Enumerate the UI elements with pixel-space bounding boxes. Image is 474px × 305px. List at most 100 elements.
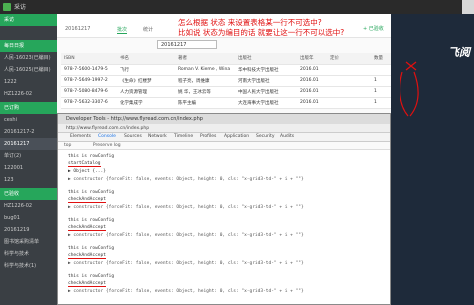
- tab-audits[interactable]: Audits: [280, 134, 294, 139]
- cell-publisher: 中国人民大学出版社: [235, 86, 297, 98]
- col-price[interactable]: 定价: [327, 53, 371, 65]
- sidebar-item[interactable]: HZ1226-02: [0, 88, 57, 100]
- devtools-url: http://www.flyread.com.cn/index.php: [58, 124, 390, 133]
- console-object[interactable]: ▶ constructor {forceFit: false, events: …: [68, 177, 304, 182]
- sidebar-item-active[interactable]: 20161217: [0, 138, 57, 150]
- sidebar-item[interactable]: 1222: [0, 76, 57, 88]
- tab-sources[interactable]: Sources: [124, 134, 142, 139]
- console-object[interactable]: ▶ constructor {forceFit: false, events: …: [68, 289, 304, 294]
- table-row[interactable]: 978-7-5600-1479-5 飞行 Roman V. Kieme , Wi…: [61, 64, 437, 76]
- sidebar-item[interactable]: 20161219: [0, 224, 57, 236]
- cell-year: 2016.01: [297, 97, 327, 109]
- tab-profiles[interactable]: Profiles: [200, 134, 216, 139]
- cross-mark-icon: [405, 61, 417, 71]
- tab-console[interactable]: Console: [98, 134, 116, 139]
- sidebar-section-ordered[interactable]: 已订购: [0, 102, 57, 114]
- console-value: startCatalog: [68, 161, 101, 167]
- cell-price: [327, 97, 371, 109]
- cell-title: 飞行: [117, 64, 175, 76]
- window-title: 采访: [14, 4, 27, 11]
- title-bar: 采访: [0, 0, 462, 14]
- cell-publisher: 河南大学出版社: [235, 75, 297, 87]
- batch-date-field[interactable]: 20161217: [157, 40, 217, 49]
- tab-batch-id[interactable]: 20161217: [65, 26, 90, 32]
- console-value: checkAndAccept: [68, 225, 106, 231]
- preserve-log-checkbox[interactable]: Preserve log: [93, 143, 121, 148]
- tab-timeline[interactable]: Timeline: [174, 134, 193, 139]
- devtools-tabbar: Elements Console Sources Network Timelin…: [58, 133, 390, 142]
- annotation-marks: [400, 61, 419, 117]
- cell-author: 姚 华，王冰云等: [175, 86, 235, 98]
- col-isbn[interactable]: ISBN: [61, 53, 117, 65]
- context-select[interactable]: top: [64, 143, 71, 148]
- cell-year: 2016.01: [297, 75, 327, 87]
- devtools-title: Developer Tools - http://www.flyread.com…: [58, 114, 390, 124]
- cell-isbn: 978-7-5600-1479-5: [61, 64, 117, 76]
- sidebar-item[interactable]: ceshi: [0, 114, 57, 126]
- cell-publisher: 大连海事大学出版社: [235, 97, 297, 109]
- console-line: this is rowConfig: [68, 218, 115, 223]
- accepted-button[interactable]: + 已验收: [363, 25, 384, 32]
- console-line: this is rowConfig: [68, 190, 115, 195]
- sidebar-item[interactable]: 图书馆采购清单: [0, 236, 57, 248]
- cell-author: 陈平主编: [175, 97, 235, 109]
- sidebar-item[interactable]: bug01: [0, 212, 57, 224]
- sidebar-section-accepted[interactable]: 已验收: [0, 188, 57, 200]
- sidebar-item[interactable]: 人民-16025(已编目): [0, 64, 57, 76]
- circle-mark-icon: [400, 71, 419, 117]
- console-line: this is rowConfig: [68, 274, 115, 279]
- sidebar-item[interactable]: HZ1226-02: [0, 200, 57, 212]
- col-title[interactable]: 书名: [117, 53, 175, 65]
- cell-isbn: 978-7-5649-1997-2: [61, 75, 117, 87]
- table-row[interactable]: 978-7-5649-1997-2 《生命》红楼梦 程子亮，周维康 河南大学出版…: [61, 75, 437, 87]
- cell-year: 2016.01: [297, 64, 327, 76]
- console-filter-bar: top Preserve log: [58, 142, 390, 150]
- console-value: checkAndAccept: [68, 197, 106, 203]
- table-row[interactable]: 978-7-5632-3307-6 化学集成学 陈平主编 大连海事大学出版社 2…: [61, 97, 437, 109]
- table-row[interactable]: 978-7-5080-8479-6 人力资源管理 姚 华，王冰云等 中国人民大学…: [61, 86, 437, 98]
- tab-network[interactable]: Network: [148, 134, 167, 139]
- sidebar-section-daily[interactable]: 每日日报: [0, 40, 57, 52]
- cell-author: 程子亮，周维康: [175, 75, 235, 87]
- cell-price: [327, 75, 371, 87]
- console-object[interactable]: ▶ constructor {forceFit: false, events: …: [68, 233, 304, 238]
- console-object[interactable]: ▶ constructor {forceFit: false, events: …: [68, 205, 304, 210]
- tab-batch[interactable]: 批次: [117, 26, 128, 34]
- cell-price: [327, 64, 371, 76]
- sidebar-item[interactable]: 20161217-2: [0, 126, 57, 138]
- cell-publisher: 华中科技大学出版社: [235, 64, 297, 76]
- cell-title: 人力资源管理: [117, 86, 175, 98]
- cell-price: [327, 86, 371, 98]
- console-line: this is rowConfig: [68, 154, 115, 159]
- sidebar-item[interactable]: 122001: [0, 162, 57, 174]
- sidebar: 采访 每日日报 人民-16023(已编目) 人民-16025(已编目) 1222…: [0, 14, 57, 305]
- cell-year: 2016.01: [297, 86, 327, 98]
- sidebar-item[interactable]: 科学与技术: [0, 248, 57, 260]
- col-publisher[interactable]: 出版社: [235, 53, 297, 65]
- annotation-question-2: 比如说 状态为编目的话 就要让这一行不可以选中?: [178, 28, 345, 37]
- tab-security[interactable]: Security: [256, 134, 274, 139]
- col-author[interactable]: 著者: [175, 53, 235, 65]
- console-line: this is rowConfig: [68, 246, 115, 251]
- sidebar-item[interactable]: 人民-16023(已编目): [0, 52, 57, 64]
- sidebar-item[interactable]: 科学与技术(1): [0, 260, 57, 272]
- cell-isbn: 978-7-5632-3307-6: [61, 97, 117, 109]
- sidebar-item[interactable]: 单订(2): [0, 150, 57, 162]
- table-header-row: ISBN 书名 著者 出版社 出版年 定价 数量 状态: [61, 53, 437, 65]
- cell-author: Roman V. Kieme , Wina: [175, 64, 235, 76]
- sidebar-item[interactable]: 123: [0, 174, 57, 186]
- console-value: checkAndAccept: [68, 253, 106, 259]
- brand-logo: 飞阅: [448, 46, 470, 59]
- devtools-window: Developer Tools - http://www.flyread.com…: [57, 113, 391, 305]
- books-table: ISBN 书名 著者 出版社 出版年 定价 数量 状态 978-7-5600-1…: [61, 53, 437, 109]
- console-line[interactable]: ▶ Object {...}: [68, 169, 106, 174]
- console-value: checkAndAccept: [68, 281, 106, 287]
- tab-elements[interactable]: Elements: [70, 134, 91, 139]
- tab-stats[interactable]: 统计: [143, 26, 153, 33]
- cell-title: 《生命》红楼梦: [117, 75, 175, 87]
- tab-application[interactable]: Application: [224, 134, 249, 139]
- cell-title: 化学集成学: [117, 97, 175, 109]
- console-object[interactable]: ▶ constructor {forceFit: false, events: …: [68, 261, 304, 266]
- sidebar-item[interactable]: 采访: [0, 14, 57, 26]
- col-year[interactable]: 出版年: [297, 53, 327, 65]
